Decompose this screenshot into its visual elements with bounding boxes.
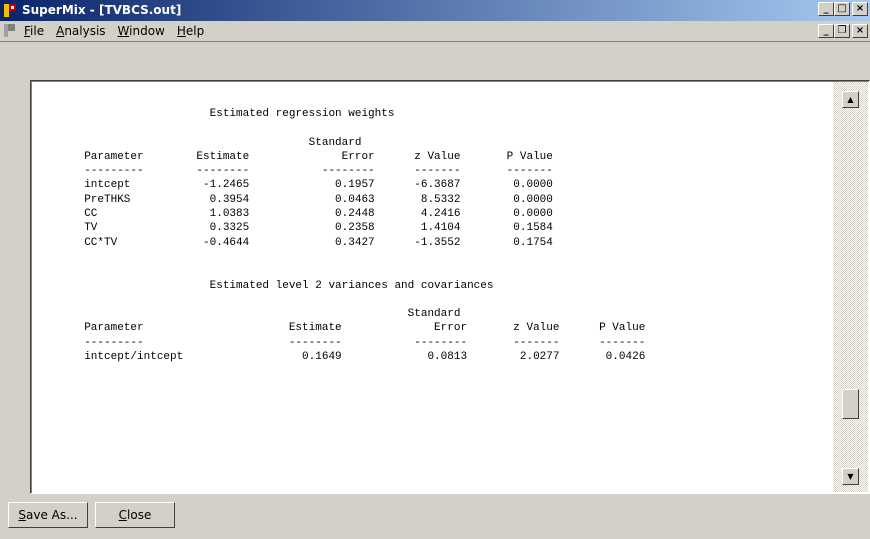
mdi-close-button[interactable]: × [852, 24, 868, 38]
mdi-minimize-button[interactable]: _ [818, 24, 834, 38]
menu-window-rest: indow [129, 24, 165, 38]
save-as-button[interactable]: Save As... [8, 502, 88, 528]
close-rest: lose [127, 508, 152, 522]
supermix-app-icon[interactable] [3, 3, 18, 18]
minimize-button[interactable]: _ [818, 2, 834, 16]
save-as-rest: ave As... [26, 508, 78, 522]
document-icon[interactable] [3, 23, 17, 38]
menu-file-rest: ile [30, 24, 45, 38]
vertical-scrollbar[interactable]: ▲ ▼ [833, 82, 868, 492]
report-output-panel[interactable]: Estimated regression weights Standard Pa… [30, 80, 870, 494]
menu-items: File Analysis Window Help [24, 24, 204, 38]
close-dialog-button[interactable]: Close [95, 502, 175, 528]
window-title: SuperMix - [TVBCS.out] [22, 3, 182, 17]
menu-analysis-rest: nalysis [64, 24, 106, 38]
scroll-up-arrow-icon[interactable]: ▲ [842, 91, 859, 108]
button-bar: Save As... Close [0, 494, 870, 539]
scroll-thumb[interactable] [842, 389, 859, 419]
window-controls: _ □ × [818, 2, 868, 18]
title-bar: SuperMix - [TVBCS.out] _ □ × [0, 0, 870, 21]
menu-help[interactable]: Help [177, 24, 204, 38]
menu-analysis[interactable]: Analysis [56, 24, 105, 38]
menu-help-rest: elp [185, 24, 205, 38]
menu-bar: File Analysis Window Help _ ❐ × [0, 21, 870, 41]
report-text: Estimated regression weights Standard Pa… [84, 108, 646, 364]
menu-file[interactable]: File [24, 24, 44, 38]
mdi-restore-button[interactable]: ❐ [834, 24, 850, 38]
close-button[interactable]: × [852, 2, 868, 16]
scroll-down-arrow-icon[interactable]: ▼ [842, 468, 859, 485]
mdi-controls: _ ❐ × [818, 24, 868, 38]
menu-window[interactable]: Window [118, 24, 165, 38]
maximize-button[interactable]: □ [834, 2, 850, 16]
